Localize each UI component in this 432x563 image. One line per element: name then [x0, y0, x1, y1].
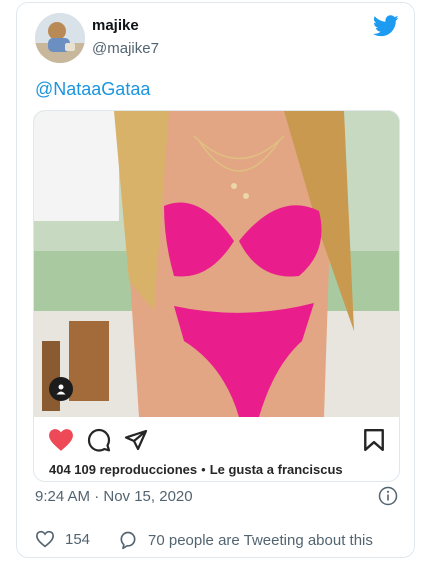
avatar[interactable] — [35, 13, 85, 63]
heart-outline-icon — [35, 530, 55, 548]
conversation-link[interactable]: 70 people are Tweeting about this — [118, 530, 373, 550]
user-handle[interactable]: @majike7 — [92, 40, 159, 57]
tweet-timestamp[interactable]: 9:24 AM · Nov 15, 2020 — [35, 488, 193, 505]
info-icon[interactable] — [378, 486, 398, 506]
reply-bubble-icon — [120, 531, 136, 550]
heart-icon[interactable] — [48, 428, 74, 452]
like-action[interactable]: 154 — [35, 530, 90, 548]
share-icon[interactable] — [124, 428, 148, 452]
bookmark-icon[interactable] — [363, 428, 385, 452]
stats-separator: • — [201, 462, 206, 477]
twitter-bird-icon[interactable] — [373, 15, 399, 37]
comment-icon[interactable] — [87, 428, 111, 452]
liked-by[interactable]: Le gusta a franciscus — [210, 462, 343, 477]
like-count: 154 — [65, 530, 91, 548]
view-count: 404 109 reproducciones — [49, 462, 198, 477]
instagram-embed[interactable]: 404 109 reproducciones • Le gusta a franci… — [33, 110, 400, 482]
user-tag-icon[interactable] — [49, 377, 73, 401]
display-name[interactable]: majike — [92, 17, 139, 34]
conversation-text: 70 people are Tweeting about this — [148, 531, 373, 549]
tweet-card: majike @majike7 @NataaGataa 404 109 repr… — [16, 2, 415, 558]
post-photo[interactable] — [34, 111, 400, 417]
tweet-text-mention[interactable]: @NataaGataa — [35, 79, 150, 100]
post-stats: 404 109 reproducciones • Le gusta a franci… — [49, 462, 343, 477]
